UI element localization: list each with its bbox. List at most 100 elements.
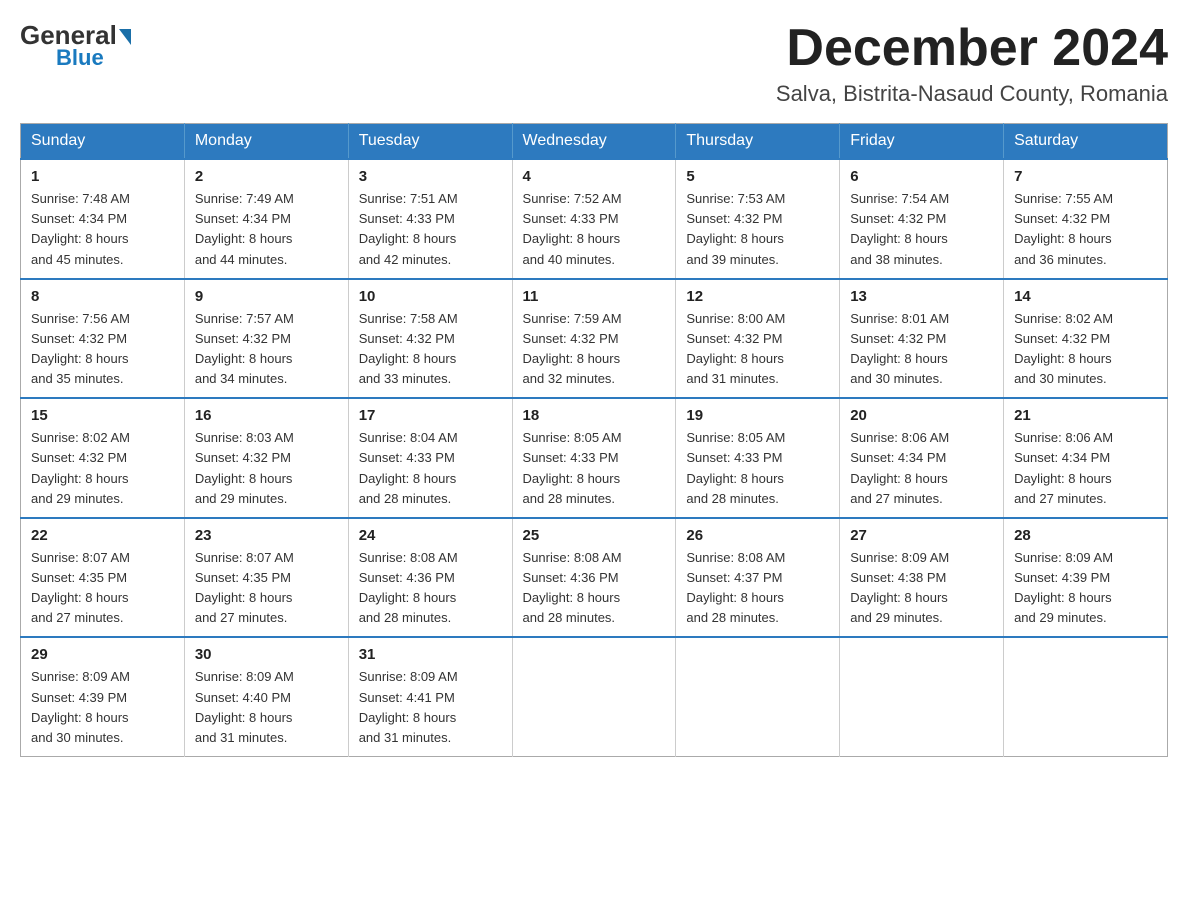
day-number: 24 (359, 527, 502, 544)
day-info: Sunrise: 7:51 AM Sunset: 4:33 PM Dayligh… (359, 189, 502, 270)
calendar-day-cell: 13 Sunrise: 8:01 AM Sunset: 4:32 PM Dayli… (840, 279, 1004, 399)
calendar-day-cell: 30 Sunrise: 8:09 AM Sunset: 4:40 PM Dayli… (184, 637, 348, 756)
calendar-day-cell: 12 Sunrise: 8:00 AM Sunset: 4:32 PM Dayli… (676, 279, 840, 399)
day-info: Sunrise: 7:54 AM Sunset: 4:32 PM Dayligh… (850, 189, 993, 270)
day-info: Sunrise: 7:59 AM Sunset: 4:32 PM Dayligh… (523, 309, 666, 390)
calendar-table: SundayMondayTuesdayWednesdayThursdayFrid… (20, 123, 1168, 757)
calendar-day-cell: 8 Sunrise: 7:56 AM Sunset: 4:32 PM Daylig… (21, 279, 185, 399)
day-number: 9 (195, 288, 338, 305)
calendar-day-cell (512, 637, 676, 756)
calendar-header-row: SundayMondayTuesdayWednesdayThursdayFrid… (21, 124, 1168, 160)
day-info: Sunrise: 8:09 AM Sunset: 4:38 PM Dayligh… (850, 548, 993, 629)
day-info: Sunrise: 8:08 AM Sunset: 4:36 PM Dayligh… (523, 548, 666, 629)
day-info: Sunrise: 8:08 AM Sunset: 4:36 PM Dayligh… (359, 548, 502, 629)
day-number: 10 (359, 288, 502, 305)
calendar-day-cell: 17Sunrise: 8:04 AM Sunset: 4:33 PM Dayli… (348, 398, 512, 518)
day-number: 4 (523, 168, 666, 185)
calendar-day-cell: 25 Sunrise: 8:08 AM Sunset: 4:36 PM Dayli… (512, 518, 676, 638)
calendar-day-cell: 5Sunrise: 7:53 AM Sunset: 4:32 PM Daylig… (676, 159, 840, 279)
day-info: Sunrise: 8:09 AM Sunset: 4:41 PM Dayligh… (359, 667, 502, 748)
weekday-header: Tuesday (348, 124, 512, 160)
calendar-day-cell: 16 Sunrise: 8:03 AM Sunset: 4:32 PM Dayli… (184, 398, 348, 518)
day-info: Sunrise: 8:05 AM Sunset: 4:33 PM Dayligh… (686, 428, 829, 509)
day-info: Sunrise: 8:03 AM Sunset: 4:32 PM Dayligh… (195, 428, 338, 509)
calendar-day-cell: 15 Sunrise: 8:02 AM Sunset: 4:32 PM Dayli… (21, 398, 185, 518)
calendar-day-cell: 1Sunrise: 7:48 AM Sunset: 4:34 PM Daylig… (21, 159, 185, 279)
day-number: 23 (195, 527, 338, 544)
calendar-day-cell: 11 Sunrise: 7:59 AM Sunset: 4:32 PM Dayli… (512, 279, 676, 399)
calendar-day-cell: 2 Sunrise: 7:49 AM Sunset: 4:34 PM Daylig… (184, 159, 348, 279)
weekday-header: Saturday (1004, 124, 1168, 160)
day-info: Sunrise: 7:55 AM Sunset: 4:32 PM Dayligh… (1014, 189, 1157, 270)
day-number: 25 (523, 527, 666, 544)
location-title: Salva, Bistrita-Nasaud County, Romania (776, 81, 1168, 107)
calendar-week-row: 8 Sunrise: 7:56 AM Sunset: 4:32 PM Daylig… (21, 279, 1168, 399)
calendar-day-cell (840, 637, 1004, 756)
calendar-day-cell: 6 Sunrise: 7:54 AM Sunset: 4:32 PM Daylig… (840, 159, 1004, 279)
calendar-day-cell: 31 Sunrise: 8:09 AM Sunset: 4:41 PM Dayli… (348, 637, 512, 756)
day-number: 14 (1014, 288, 1157, 305)
calendar-day-cell (1004, 637, 1168, 756)
day-info: Sunrise: 7:53 AM Sunset: 4:32 PM Dayligh… (686, 189, 829, 270)
calendar-week-row: 22 Sunrise: 8:07 AM Sunset: 4:35 PM Dayli… (21, 518, 1168, 638)
day-number: 22 (31, 527, 174, 544)
day-info: Sunrise: 7:56 AM Sunset: 4:32 PM Dayligh… (31, 309, 174, 390)
calendar-day-cell: 14 Sunrise: 8:02 AM Sunset: 4:32 PM Dayli… (1004, 279, 1168, 399)
calendar-week-row: 15 Sunrise: 8:02 AM Sunset: 4:32 PM Dayli… (21, 398, 1168, 518)
calendar-day-cell: 10Sunrise: 7:58 AM Sunset: 4:32 PM Dayli… (348, 279, 512, 399)
calendar-day-cell: 26Sunrise: 8:08 AM Sunset: 4:37 PM Dayli… (676, 518, 840, 638)
day-number: 26 (686, 527, 829, 544)
calendar-week-row: 1Sunrise: 7:48 AM Sunset: 4:34 PM Daylig… (21, 159, 1168, 279)
calendar-day-cell: 22 Sunrise: 8:07 AM Sunset: 4:35 PM Dayli… (21, 518, 185, 638)
day-info: Sunrise: 8:02 AM Sunset: 4:32 PM Dayligh… (31, 428, 174, 509)
logo-blue-text: Blue (56, 45, 104, 71)
day-number: 21 (1014, 407, 1157, 424)
day-number: 7 (1014, 168, 1157, 185)
calendar-day-cell: 18 Sunrise: 8:05 AM Sunset: 4:33 PM Dayli… (512, 398, 676, 518)
day-info: Sunrise: 8:06 AM Sunset: 4:34 PM Dayligh… (1014, 428, 1157, 509)
day-number: 6 (850, 168, 993, 185)
day-info: Sunrise: 8:00 AM Sunset: 4:32 PM Dayligh… (686, 309, 829, 390)
calendar-day-cell: 21 Sunrise: 8:06 AM Sunset: 4:34 PM Dayli… (1004, 398, 1168, 518)
day-number: 13 (850, 288, 993, 305)
day-number: 8 (31, 288, 174, 305)
day-number: 29 (31, 646, 174, 663)
day-number: 28 (1014, 527, 1157, 544)
title-block: December 2024 Salva, Bistrita-Nasaud Cou… (776, 20, 1168, 107)
calendar-day-cell: 27 Sunrise: 8:09 AM Sunset: 4:38 PM Dayli… (840, 518, 1004, 638)
day-info: Sunrise: 8:01 AM Sunset: 4:32 PM Dayligh… (850, 309, 993, 390)
day-number: 2 (195, 168, 338, 185)
calendar-day-cell: 29Sunrise: 8:09 AM Sunset: 4:39 PM Dayli… (21, 637, 185, 756)
day-info: Sunrise: 8:07 AM Sunset: 4:35 PM Dayligh… (31, 548, 174, 629)
day-number: 3 (359, 168, 502, 185)
weekday-header: Thursday (676, 124, 840, 160)
day-info: Sunrise: 7:52 AM Sunset: 4:33 PM Dayligh… (523, 189, 666, 270)
calendar-day-cell: 28 Sunrise: 8:09 AM Sunset: 4:39 PM Dayli… (1004, 518, 1168, 638)
page-header: General Blue December 2024 Salva, Bistri… (20, 20, 1168, 107)
day-number: 18 (523, 407, 666, 424)
day-number: 19 (686, 407, 829, 424)
day-number: 27 (850, 527, 993, 544)
month-title: December 2024 (776, 20, 1168, 77)
day-number: 12 (686, 288, 829, 305)
day-number: 30 (195, 646, 338, 663)
calendar-day-cell: 9Sunrise: 7:57 AM Sunset: 4:32 PM Daylig… (184, 279, 348, 399)
day-number: 1 (31, 168, 174, 185)
day-info: Sunrise: 7:49 AM Sunset: 4:34 PM Dayligh… (195, 189, 338, 270)
calendar-day-cell (676, 637, 840, 756)
day-info: Sunrise: 8:09 AM Sunset: 4:40 PM Dayligh… (195, 667, 338, 748)
day-info: Sunrise: 8:04 AM Sunset: 4:33 PM Dayligh… (359, 428, 502, 509)
day-number: 15 (31, 407, 174, 424)
day-info: Sunrise: 8:09 AM Sunset: 4:39 PM Dayligh… (1014, 548, 1157, 629)
calendar-day-cell: 7 Sunrise: 7:55 AM Sunset: 4:32 PM Daylig… (1004, 159, 1168, 279)
day-info: Sunrise: 8:02 AM Sunset: 4:32 PM Dayligh… (1014, 309, 1157, 390)
calendar-day-cell: 19 Sunrise: 8:05 AM Sunset: 4:33 PM Dayli… (676, 398, 840, 518)
day-info: Sunrise: 8:05 AM Sunset: 4:33 PM Dayligh… (523, 428, 666, 509)
day-number: 20 (850, 407, 993, 424)
day-number: 11 (523, 288, 666, 305)
weekday-header: Friday (840, 124, 1004, 160)
calendar-day-cell: 3 Sunrise: 7:51 AM Sunset: 4:33 PM Daylig… (348, 159, 512, 279)
day-number: 31 (359, 646, 502, 663)
day-info: Sunrise: 8:07 AM Sunset: 4:35 PM Dayligh… (195, 548, 338, 629)
day-number: 16 (195, 407, 338, 424)
